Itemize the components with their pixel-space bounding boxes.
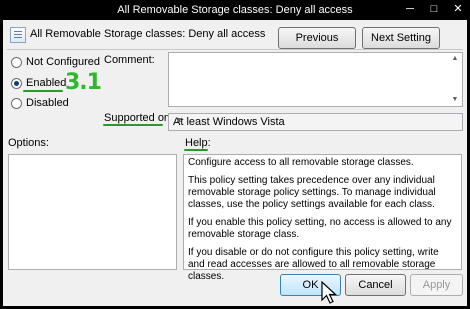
help-paragraph: Configure access to all removable storag… bbox=[188, 157, 414, 168]
comment-textarea[interactable]: ▲ ▼ bbox=[168, 52, 463, 107]
previous-setting-button[interactable]: Previous Setting bbox=[278, 27, 356, 64]
radio-disabled-label[interactable]: Disabled bbox=[26, 97, 69, 109]
supported-on-label: Supported on: bbox=[104, 112, 174, 124]
help-label: Help: bbox=[185, 137, 211, 149]
close-button[interactable]: ✕ bbox=[446, 0, 470, 18]
comment-scroll-up-icon[interactable]: ▲ bbox=[449, 54, 461, 64]
enabled-underline-annotation bbox=[23, 90, 63, 92]
supported-underline-annotation bbox=[103, 124, 163, 126]
maximize-button[interactable]: □ bbox=[422, 0, 446, 18]
help-panel: Configure access to all removable storag… bbox=[183, 154, 462, 282]
supported-on-field: At least Windows Vista ▲ ▼ bbox=[168, 113, 463, 131]
radio-not-configured-circle[interactable] bbox=[11, 57, 22, 68]
radio-enabled-label[interactable]: Enabled bbox=[26, 77, 66, 89]
help-paragraph: This policy setting takes precedence ove… bbox=[188, 175, 436, 210]
next-setting-button[interactable]: Next Setting bbox=[362, 27, 440, 49]
dialog-body: All Removable Storage classes: Deny all … bbox=[3, 20, 467, 306]
header-divider bbox=[7, 49, 463, 50]
policy-title: All Removable Storage classes: Deny all … bbox=[30, 28, 266, 40]
comment-scroll-down-icon[interactable]: ▼ bbox=[449, 95, 461, 105]
cancel-button[interactable]: Cancel bbox=[345, 274, 406, 296]
apply-button[interactable]: Apply bbox=[410, 274, 463, 296]
options-panel bbox=[8, 154, 177, 270]
supported-on-value: At least Windows Vista bbox=[173, 116, 285, 128]
help-paragraph: If you enable this policy setting, no ac… bbox=[188, 217, 452, 240]
options-label: Options: bbox=[8, 137, 49, 149]
radio-not-configured-label[interactable]: Not Configured bbox=[26, 56, 100, 68]
help-underline-annotation bbox=[184, 149, 208, 151]
supported-scroll-down-icon[interactable]: ▼ bbox=[173, 116, 185, 126]
minimize-button[interactable]: ─ bbox=[398, 0, 422, 18]
step-annotation: 3.1 bbox=[65, 70, 102, 95]
mouse-pointer-icon bbox=[321, 281, 338, 304]
title-bar: All Removable Storage classes: Deny all … bbox=[0, 0, 470, 20]
radio-enabled-circle[interactable] bbox=[11, 78, 22, 89]
comment-label: Comment: bbox=[104, 54, 155, 66]
policy-setting-icon bbox=[10, 27, 26, 43]
radio-disabled-circle[interactable] bbox=[11, 98, 22, 109]
